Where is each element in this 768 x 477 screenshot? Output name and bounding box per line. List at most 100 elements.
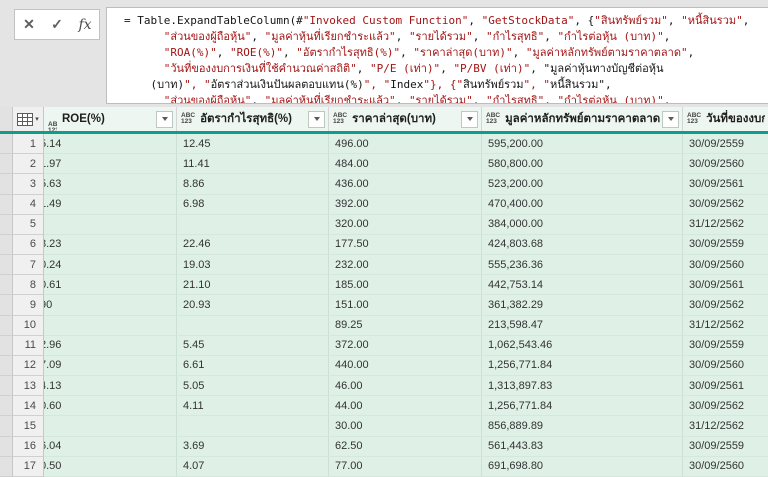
commit-check-icon[interactable]: ✓	[46, 14, 68, 36]
table-cell[interactable]: 8.23	[44, 234, 177, 256]
row-number[interactable]: 5	[13, 214, 44, 235]
table-menu-button[interactable]: ▾	[13, 107, 44, 131]
table-cell[interactable]: 424,803.68	[482, 234, 683, 256]
table-cell[interactable]: 372.00	[329, 335, 482, 356]
table-cell[interactable]: 0.24	[44, 255, 177, 276]
table-cell[interactable]	[44, 416, 177, 437]
table-cell[interactable]: 5.14	[44, 134, 177, 155]
table-cell[interactable]: 30/09/2562	[683, 396, 768, 417]
table-cell[interactable]: 30/09/2562	[683, 295, 768, 316]
table-cell[interactable]: 30/09/2560	[683, 154, 768, 175]
table-cell[interactable]: 30/09/2559	[683, 234, 768, 256]
table-cell[interactable]: 523,200.00	[482, 174, 683, 195]
column-header[interactable]: ABC123 ROE(%)	[44, 107, 177, 131]
table-cell[interactable]: 470,400.00	[482, 194, 683, 215]
table-cell[interactable]: 151.00	[329, 295, 482, 316]
row-number[interactable]: 17	[13, 456, 44, 477]
row-number[interactable]: 16	[13, 436, 44, 457]
table-cell[interactable]	[177, 416, 329, 437]
table-cell[interactable]: 30/09/2560	[683, 255, 768, 276]
table-cell[interactable]: 361,382.29	[482, 295, 683, 316]
table-cell[interactable]: 22.46	[177, 234, 329, 256]
table-cell[interactable]: 4.13	[44, 376, 177, 397]
table-cell[interactable]: 46.00	[329, 376, 482, 397]
row-number[interactable]: 9	[13, 295, 44, 316]
table-cell[interactable]: 6.04	[44, 436, 177, 457]
table-cell[interactable]	[44, 315, 177, 336]
table-cell[interactable]: 320.00	[329, 214, 482, 235]
table-cell[interactable]	[177, 214, 329, 235]
table-cell[interactable]: 8.86	[177, 174, 329, 195]
row-number[interactable]: 3	[13, 174, 44, 195]
row-number[interactable]: 10	[13, 315, 44, 336]
table-cell[interactable]: 30/09/2559	[683, 436, 768, 457]
row-number[interactable]: 7	[13, 255, 44, 276]
table-cell[interactable]: 384,000.00	[482, 214, 683, 235]
row-number[interactable]: 13	[13, 376, 44, 397]
table-cell[interactable]: 21.10	[177, 275, 329, 296]
table-cell[interactable]: 2.96	[44, 335, 177, 356]
table-cell[interactable]: 595,200.00	[482, 134, 683, 155]
row-number[interactable]: 1	[13, 134, 44, 155]
row-number[interactable]: 14	[13, 396, 44, 417]
table-cell[interactable]: 0.61	[44, 275, 177, 296]
table-cell[interactable]: 5.63	[44, 174, 177, 195]
table-cell[interactable]: 1,313,897.83	[482, 376, 683, 397]
table-cell[interactable]: 30/09/2559	[683, 134, 768, 155]
fx-icon[interactable]: fx	[74, 14, 96, 36]
table-cell[interactable]: 31/12/2562	[683, 315, 768, 336]
table-cell[interactable]: 484.00	[329, 154, 482, 175]
table-cell[interactable]: 856,889.89	[482, 416, 683, 437]
table-cell[interactable]: 1,256,771.84	[482, 396, 683, 417]
table-cell[interactable]: 19.03	[177, 255, 329, 276]
table-cell[interactable]: 5.45	[177, 335, 329, 356]
table-cell[interactable]: 30/09/2561	[683, 174, 768, 195]
table-cell[interactable]: 496.00	[329, 134, 482, 155]
table-cell[interactable]: 1,062,543.46	[482, 335, 683, 356]
row-number[interactable]: 2	[13, 154, 44, 175]
row-number[interactable]: 6	[13, 234, 44, 256]
table-cell[interactable]: 4.11	[177, 396, 329, 417]
table-cell[interactable]: 232.00	[329, 255, 482, 276]
table-cell[interactable]: 30.00	[329, 416, 482, 437]
table-cell[interactable]: 30/09/2561	[683, 376, 768, 397]
table-cell[interactable]: 31/12/2562	[683, 416, 768, 437]
table-cell[interactable]: 6.61	[177, 355, 329, 377]
table-cell[interactable]: 11.41	[177, 154, 329, 175]
filter-dropdown-button[interactable]	[156, 110, 173, 128]
formula-input[interactable]: = Table.ExpandTableColumn(#"Invoked Cust…	[106, 7, 768, 104]
table-cell[interactable]	[177, 315, 329, 336]
table-cell[interactable]: 691,698.80	[482, 456, 683, 477]
table-cell[interactable]: 0.60	[44, 396, 177, 417]
filter-dropdown-button[interactable]	[662, 110, 679, 128]
table-cell[interactable]: 44.00	[329, 396, 482, 417]
cancel-icon[interactable]: ✕	[18, 14, 40, 36]
table-cell[interactable]: 440.00	[329, 355, 482, 377]
table-cell[interactable]: 555,236.36	[482, 255, 683, 276]
row-number[interactable]: 8	[13, 275, 44, 296]
table-cell[interactable]: 30/09/2559	[683, 335, 768, 356]
table-cell[interactable]: 7.09	[44, 355, 177, 377]
table-cell[interactable]: 30/09/2560	[683, 456, 768, 477]
table-cell[interactable]: 185.00	[329, 275, 482, 296]
table-cell[interactable]: 177.50	[329, 234, 482, 256]
column-header[interactable]: ABC 123 อัตรากำไรสุทธิ(%)	[177, 107, 329, 131]
table-cell[interactable]: 12.45	[177, 134, 329, 155]
table-cell[interactable]	[44, 214, 177, 235]
row-number[interactable]: 12	[13, 355, 44, 377]
table-cell[interactable]: 0.50	[44, 456, 177, 477]
row-number[interactable]: 15	[13, 416, 44, 437]
table-cell[interactable]: 30/09/2560	[683, 355, 768, 377]
column-header[interactable]: ABC 123 มูลค่าหลักทรัพย์ตามราคาตลาด	[482, 107, 683, 131]
table-cell[interactable]: 580,800.00	[482, 154, 683, 175]
table-cell[interactable]: 392.00	[329, 194, 482, 215]
table-cell[interactable]: 89.25	[329, 315, 482, 336]
table-cell[interactable]: 436.00	[329, 174, 482, 195]
column-header[interactable]: ABC 123 ราคาล่าสุด(บาท)	[329, 107, 482, 131]
table-cell[interactable]: 90	[44, 295, 177, 316]
table-cell[interactable]: 30/09/2562	[683, 194, 768, 215]
table-cell[interactable]: 4.07	[177, 456, 329, 477]
table-cell[interactable]: 5.05	[177, 376, 329, 397]
table-cell[interactable]: 30/09/2561	[683, 275, 768, 296]
row-number[interactable]: 11	[13, 335, 44, 356]
